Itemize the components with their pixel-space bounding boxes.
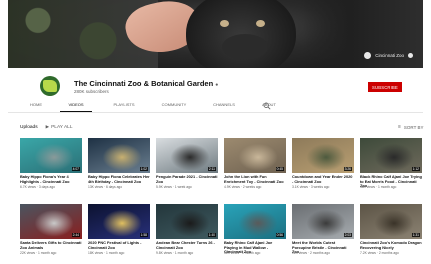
video-meta: 4.9K views · 2 weeks ago — [224, 185, 262, 189]
channel-banner: Cincinnati Zoo — [8, 0, 423, 68]
video-card[interactable]: 1:58 2020 PNC Festival of Lights - Cincin… — [88, 204, 150, 264]
video-title[interactable]: Andean Bear Chester Turns 26 - Cincinnat… — [156, 240, 218, 250]
video-card[interactable]: 1:02 Baby Hippo Fiona Celebrates Her 4th … — [88, 138, 150, 198]
video-meta: 5.9K views · 1 week ago — [156, 185, 192, 189]
video-thumbnail[interactable]: 1:31 — [360, 204, 422, 239]
video-duration: 1:40 — [207, 233, 216, 237]
tab-videos[interactable]: VIDEOS — [60, 100, 92, 112]
subscribe-button[interactable]: SUBSCRIBE — [368, 82, 402, 92]
sort-icon: ≡ — [398, 124, 401, 130]
channel-tabs: HOME VIDEOS PLAYLISTS COMMUNITY CHANNELS… — [20, 100, 284, 112]
video-duration: 1:02 — [139, 167, 148, 171]
video-card[interactable]: 1:31 Cincinnati Zoo's Komodo Dragon Recov… — [360, 204, 422, 264]
channel-avatar[interactable] — [40, 76, 60, 96]
gorilla-muzzle — [222, 34, 268, 60]
sort-label: SORT BY — [403, 124, 424, 130]
video-title[interactable]: 2020 PNC Festival of Lights - Cincinnati… — [88, 240, 150, 250]
search-icon[interactable] — [263, 102, 271, 110]
video-duration: 1:12 — [411, 167, 420, 171]
banner-social-link[interactable]: Cincinnati Zoo — [364, 52, 413, 59]
video-duration: 4:07 — [71, 167, 80, 171]
video-card[interactable]: 1:40 Andean Bear Chester Turns 26 - Cinci… — [156, 204, 218, 264]
video-thumbnail[interactable]: 1:12 — [360, 138, 422, 173]
video-meta: 12K views · 2 months ago — [292, 251, 330, 255]
video-thumbnail[interactable]: 4:07 — [20, 138, 82, 173]
video-thumbnail[interactable]: 2:03 — [292, 204, 354, 239]
video-card[interactable]: 3:26 Countdown and Year Ender 2020 - Cinc… — [292, 138, 354, 198]
video-duration: 0:45 — [275, 167, 284, 171]
link-icon — [364, 52, 372, 59]
channel-name: The Cincinnati Zoo & Botanical Garden ● — [74, 79, 218, 88]
video-duration: 0:56 — [275, 233, 284, 237]
play-all-button[interactable]: ▶ PLAY ALL — [46, 124, 73, 130]
video-thumbnail[interactable]: 1:02 — [88, 138, 150, 173]
video-duration: 1:58 — [139, 233, 148, 237]
video-title[interactable]: Baby Hippo Fiona Celebrates Her 4th Birt… — [88, 174, 150, 184]
social-icon[interactable] — [408, 53, 413, 58]
play-icon: ▶ — [45, 124, 50, 129]
tab-community[interactable]: COMMUNITY — [154, 100, 194, 112]
banner-social-label: Cincinnati Zoo — [375, 53, 404, 58]
video-title[interactable]: Penguin Parade 2021 - Cincinnati Zoo — [156, 174, 218, 184]
video-card[interactable]: 4:07 Baby Hippo Fiona's Year 4 Highlights… — [20, 138, 82, 198]
video-duration: 1:31 — [411, 233, 420, 237]
video-card[interactable]: 0:56 Baby Rhino Calf Ajani Joe Playing in… — [224, 204, 286, 264]
video-meta: 9.8K views · 1 month ago — [156, 251, 194, 255]
tabs-divider — [8, 112, 423, 113]
subscriber-count: 280K subscribers — [74, 89, 109, 94]
video-title[interactable]: Santa Delivers Gifts to Cincinnati Zoo A… — [20, 240, 82, 250]
video-thumbnail[interactable]: 0:56 — [224, 204, 286, 239]
tab-home[interactable]: HOME — [20, 100, 52, 112]
video-meta: 3.1K views · 3 weeks ago — [292, 185, 330, 189]
video-meta: 31K views · 1 month ago — [224, 251, 261, 255]
zoo-logo-icon — [43, 80, 57, 92]
video-card[interactable]: 2:44 Santa Delivers Gifts to Cincinnati Z… — [20, 204, 82, 264]
video-meta: 18K views · 1 month ago — [88, 251, 125, 255]
tab-playlists[interactable]: PLAYLISTS — [106, 100, 142, 112]
video-title[interactable]: Baby Hippo Fiona's Year 4 Highlights - C… — [20, 174, 82, 184]
video-card[interactable]: 1:12 Black Rhino Calf Ajani Joe Trying to… — [360, 138, 422, 198]
video-card[interactable]: 2:03 Meet the Worlds Cutest Porcupine Bri… — [292, 204, 354, 264]
video-title[interactable]: John the Lion with Fun Enrichment Toy - … — [224, 174, 286, 184]
video-meta: 48K views · 1 month ago — [360, 185, 397, 189]
video-duration: 2:03 — [343, 233, 352, 237]
channel-name-text: The Cincinnati Zoo & Botanical Garden — [74, 79, 214, 88]
video-duration: 2:11 — [207, 167, 216, 171]
video-card[interactable]: 0:45 John the Lion with Fun Enrichment To… — [224, 138, 286, 198]
video-duration: 2:44 — [71, 233, 80, 237]
video-thumbnail[interactable]: 2:11 — [156, 138, 218, 173]
video-duration: 3:26 — [343, 167, 352, 171]
video-thumbnail[interactable]: 0:45 — [224, 138, 286, 173]
video-meta: 6.7K views · 3 days ago — [20, 185, 56, 189]
video-thumbnail[interactable]: 3:26 — [292, 138, 354, 173]
uploads-title: Uploads — [20, 124, 38, 130]
video-meta: 7.2K views · 2 months ago — [360, 251, 399, 255]
tab-channels[interactable]: CHANNELS — [204, 100, 244, 112]
play-all-label: PLAY ALL — [51, 124, 73, 130]
sort-by-button[interactable]: ≡ SORT BY — [398, 124, 424, 130]
video-thumbnail[interactable]: 1:58 — [88, 204, 150, 239]
gorilla-eye — [220, 20, 229, 27]
gorilla-eye — [256, 20, 265, 27]
video-title[interactable]: Countdown and Year Ender 2020 - Cincinna… — [292, 174, 354, 184]
video-title[interactable]: Cincinnati Zoo's Komodo Dragon Recoverin… — [360, 240, 422, 250]
video-meta: 22K views · 1 month ago — [20, 251, 57, 255]
video-thumbnail[interactable]: 1:40 — [156, 204, 218, 239]
video-card[interactable]: 2:11 Penguin Parade 2021 - Cincinnati Zoo… — [156, 138, 218, 198]
verified-icon: ● — [215, 82, 219, 88]
video-meta: 13K views · 6 days ago — [88, 185, 123, 189]
uploads-header: Uploads ▶ PLAY ALL — [20, 124, 73, 130]
video-thumbnail[interactable]: 2:44 — [20, 204, 82, 239]
